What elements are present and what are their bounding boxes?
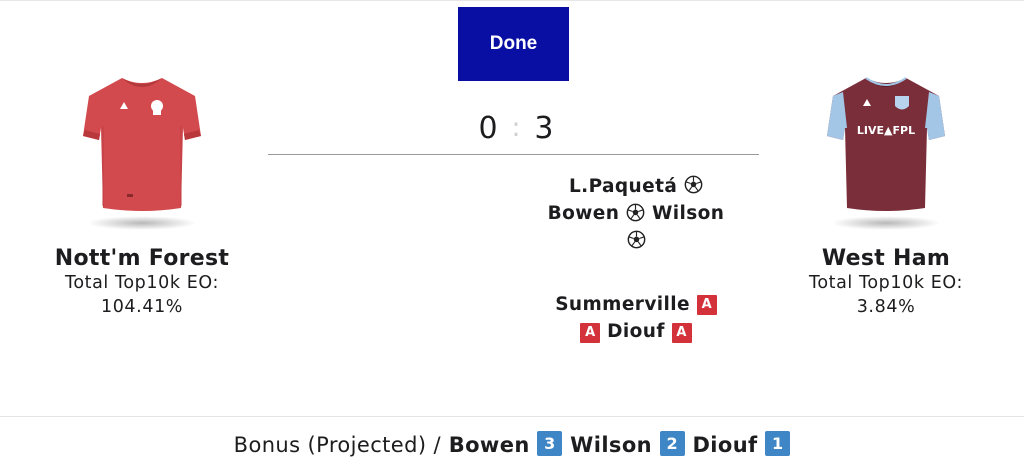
away-team-panel: LIVE▲FPL West Ham Total Top10k EO: 3.84% xyxy=(781,66,991,319)
home-jersey xyxy=(67,66,217,236)
goal-scorer: Wilson xyxy=(651,203,725,224)
football-icon xyxy=(684,175,703,194)
claret-jersey-icon: LIVE▲FPL xyxy=(827,77,945,211)
assist-badge: A xyxy=(696,295,717,315)
bonus-divider xyxy=(0,416,1024,417)
assists-list: Summerville A A Diouf A xyxy=(520,290,752,345)
assist-player: Diouf xyxy=(607,321,665,342)
score-divider xyxy=(268,154,759,155)
home-team-name: Nott'm Forest xyxy=(54,246,230,271)
bonus-points-badge: 1 xyxy=(765,431,791,456)
football-icon xyxy=(626,203,645,221)
goal-scorer: L.Paquetá xyxy=(568,175,678,197)
away-score: 3 xyxy=(534,110,554,146)
score-separator: : xyxy=(511,113,521,143)
away-jersey: LIVE▲FPL xyxy=(811,66,961,236)
bonus-player: Wilson xyxy=(570,433,653,457)
bonus-points-badge: 3 xyxy=(537,431,563,456)
bonus-points-badge: 2 xyxy=(659,431,685,456)
goal-scorer: Bowen xyxy=(547,203,620,224)
football-icon xyxy=(627,230,645,249)
bonus-row: Bonus (Projected) / Bowen 3 Wilson 2 Dio… xyxy=(0,428,1024,462)
home-team-panel: Nott'm Forest Total Top10k EO: 104.41% xyxy=(37,66,247,319)
assist-player: Summerville xyxy=(555,293,690,315)
done-status-button[interactable]: Done xyxy=(458,7,569,81)
scoreline: 0 : 3 xyxy=(466,108,566,148)
top-divider xyxy=(0,0,1024,1)
red-jersey-icon xyxy=(83,78,201,211)
home-eo-label: Total Top10k EO: xyxy=(65,273,219,293)
away-eo-label: Total Top10k EO: xyxy=(809,273,963,293)
goal-scorers-list: L.Paquetá Bowen Wilson xyxy=(520,172,752,254)
home-score: 0 xyxy=(478,110,498,146)
away-team-name: West Ham xyxy=(821,246,951,271)
bonus-title: Bonus (Projected) / xyxy=(233,433,441,457)
assist-badge: A xyxy=(580,322,601,343)
home-eo-value: 104.41% xyxy=(100,297,184,317)
svg-text:LIVE▲FPL: LIVE▲FPL xyxy=(857,124,915,137)
bonus-player: Bowen xyxy=(448,433,530,457)
away-eo-value: 3.84% xyxy=(856,297,916,317)
assist-badge: A xyxy=(671,322,692,343)
bonus-player: Diouf xyxy=(692,433,758,457)
